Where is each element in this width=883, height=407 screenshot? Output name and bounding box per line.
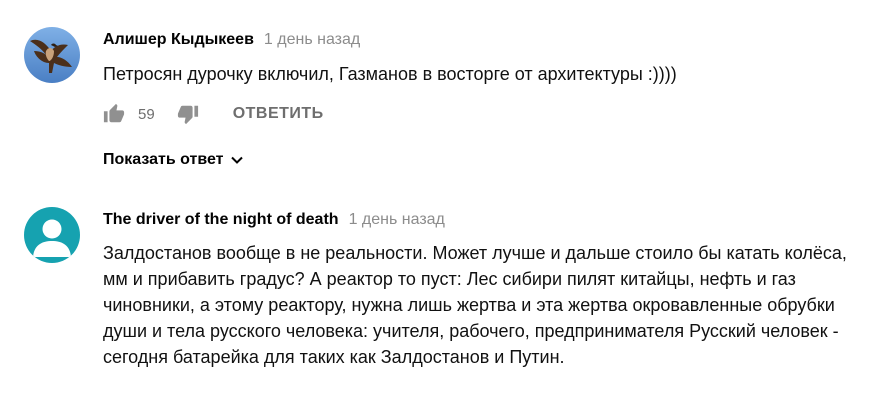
- eagle-photo-avatar-icon: [24, 27, 80, 83]
- like-button[interactable]: [103, 103, 125, 125]
- comment-text: Залдостанов вообще в не реальности. Може…: [103, 243, 847, 367]
- comment-time[interactable]: 1 день назад: [349, 211, 445, 228]
- like-count: 59: [138, 105, 155, 123]
- show-replies-label: Показать ответ: [103, 151, 224, 168]
- reply-button[interactable]: ОТВЕТИТЬ: [233, 105, 324, 123]
- thumbs-down-icon: [177, 105, 198, 125]
- comment-author[interactable]: The driver of the night of death: [103, 211, 339, 228]
- comment-actions: 59 ОТВЕТИТЬ: [103, 102, 324, 126]
- comment-author[interactable]: Алишер Кыдыкеев: [103, 31, 254, 48]
- chevron-down-icon: [230, 156, 243, 164]
- avatar[interactable]: [24, 27, 80, 83]
- default-user-avatar-icon: [24, 207, 80, 263]
- thumbs-up-icon: [103, 103, 125, 123]
- comment-text: Петросян дурочку включил, Газманов в вос…: [103, 64, 677, 84]
- avatar[interactable]: [24, 207, 80, 263]
- show-replies-button[interactable]: Показать ответ: [103, 151, 244, 169]
- comment-time[interactable]: 1 день назад: [264, 31, 360, 48]
- dislike-button[interactable]: [177, 103, 199, 125]
